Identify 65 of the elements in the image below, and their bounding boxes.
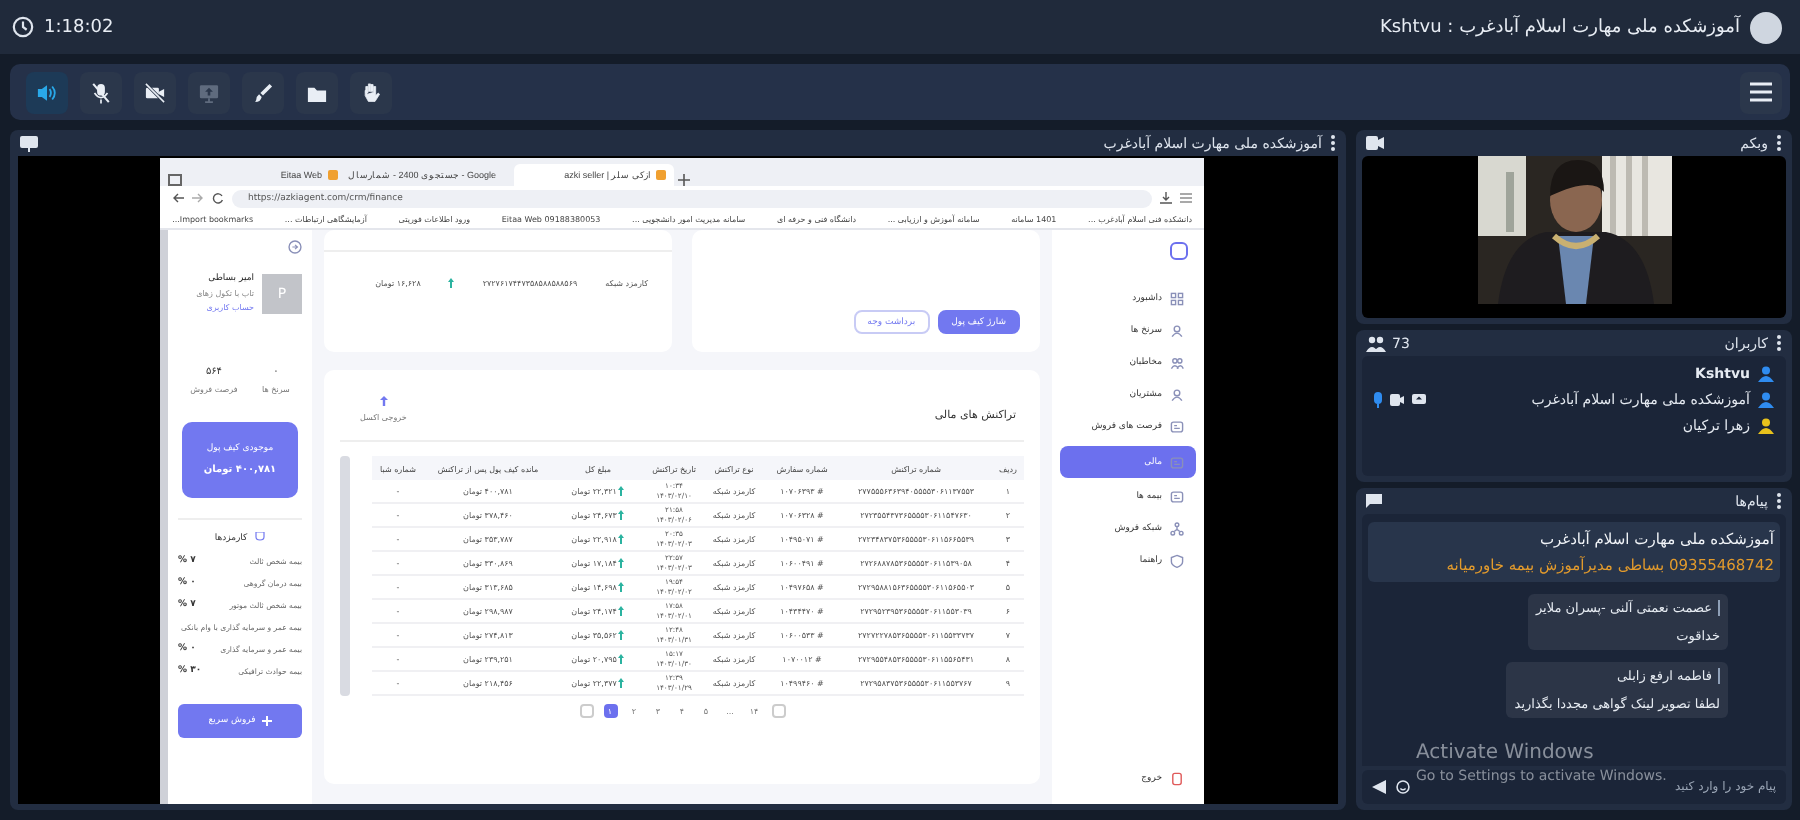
- more-icon: [1776, 134, 1782, 152]
- network-icon: [1170, 522, 1184, 536]
- menu-button[interactable]: [1740, 71, 1782, 113]
- tab-favicon-icon: [328, 170, 338, 180]
- up-arrow-icon: [618, 486, 625, 496]
- up-arrow-icon: [618, 606, 625, 616]
- send-icon: [1372, 780, 1386, 794]
- users-icon: [1170, 356, 1184, 370]
- collapse-icon: [288, 240, 302, 254]
- new-tab-icon: [678, 174, 690, 186]
- up-arrow-icon: [618, 510, 625, 520]
- doc-icon: [1170, 490, 1184, 504]
- presentation-icon: [20, 135, 38, 151]
- hand-button[interactable]: [350, 71, 392, 113]
- folder-button[interactable]: [296, 71, 338, 113]
- activation-title: Activate Windows: [1416, 742, 1594, 764]
- brush-button[interactable]: [242, 71, 284, 113]
- back-icon: [172, 192, 184, 204]
- up-arrow-icon: [618, 654, 625, 664]
- up-arrow-icon: [448, 278, 455, 288]
- avatar-icon: [1750, 11, 1782, 43]
- speaker-button[interactable]: [26, 71, 68, 113]
- users-icon: [1366, 335, 1386, 351]
- camera-icon: [1366, 136, 1384, 150]
- camera-button[interactable]: [134, 71, 176, 113]
- logout-icon: [1170, 772, 1184, 786]
- up-arrow-icon: [618, 534, 625, 544]
- logo-icon: [1170, 242, 1188, 260]
- download-icon: [1160, 192, 1172, 204]
- camera-off-icon: [142, 79, 168, 105]
- forward-icon: [192, 192, 204, 204]
- user-icon: [1170, 324, 1184, 338]
- chat-icon: [1366, 494, 1382, 508]
- user-icon: [1170, 388, 1184, 402]
- muted-mic-icon: [88, 79, 114, 105]
- more-icon: [1330, 134, 1336, 152]
- up-arrow-icon: [618, 678, 625, 688]
- doc-icon: [1170, 455, 1184, 469]
- brush-icon: [250, 79, 276, 105]
- clock-icon: [12, 16, 34, 38]
- grid-icon: [1170, 292, 1184, 306]
- up-arrow-icon: [618, 558, 625, 568]
- emoji-icon: [1396, 780, 1410, 794]
- more-icon: [1776, 334, 1782, 352]
- tab-favicon-icon: [656, 170, 666, 180]
- doc-icon: [1170, 420, 1184, 434]
- scrollbar[interactable]: [340, 456, 350, 696]
- session-timer: 1:18:02: [44, 17, 114, 37]
- trophy-icon: [253, 532, 266, 544]
- meeting-title: Kshtvu : آموزشکده ملی مهارت اسلام آبادغرب: [1379, 17, 1740, 37]
- screen-icon: [1412, 394, 1426, 406]
- up-arrow-icon: [618, 582, 625, 592]
- mic-icon: [1374, 392, 1382, 408]
- menu-icon: [1180, 192, 1192, 204]
- upload-icon: [379, 396, 388, 406]
- menu-icon: [1750, 82, 1772, 102]
- camera-icon: [1390, 394, 1404, 406]
- shield-icon: [1170, 554, 1184, 568]
- more-icon: [1776, 492, 1782, 510]
- screen-share-icon: [196, 79, 222, 105]
- tab-list-icon: [168, 174, 182, 186]
- mic-button[interactable]: [80, 71, 122, 113]
- up-arrow-icon: [618, 630, 625, 640]
- plus-icon: [261, 716, 272, 726]
- reload-icon: [212, 192, 224, 204]
